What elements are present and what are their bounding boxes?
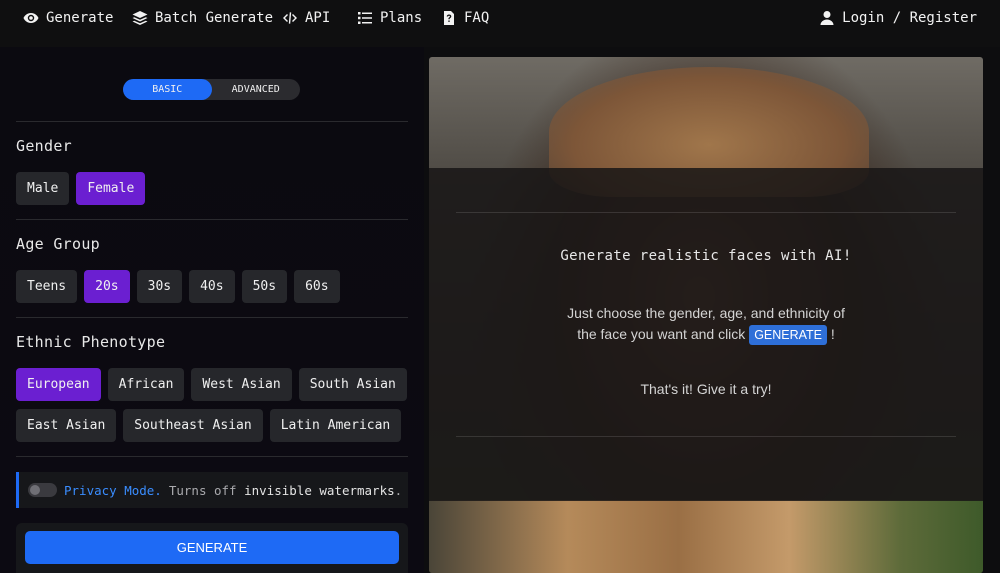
divider	[16, 121, 408, 122]
generate-button-container: GENERATE	[16, 523, 408, 573]
privacy-end-text: .	[394, 482, 403, 498]
gender-option-female[interactable]: Female	[76, 172, 146, 205]
user-icon	[820, 11, 834, 25]
options-panel: BASIC ADVANCED Gender Male Female Age Gr…	[0, 47, 424, 573]
ethnicity-option-east-asian[interactable]: East Asian	[16, 409, 117, 442]
gender-options: Male Female	[16, 172, 146, 205]
mode-advanced-button[interactable]: ADVANCED	[212, 79, 301, 100]
code-icon	[283, 12, 297, 24]
age-option-50s[interactable]: 50s	[241, 270, 288, 303]
overlay-generate-badge: GENERATE	[749, 325, 828, 345]
ethnic-phenotype-title: Ethnic Phenotype	[16, 333, 166, 351]
privacy-mode-description: Turns off invisible watermarks.	[169, 483, 402, 498]
age-option-30s[interactable]: 30s	[136, 270, 183, 303]
nav-batch-generate[interactable]: Batch Generate	[132, 9, 273, 27]
divider	[16, 456, 408, 457]
nav-faq-label: FAQ	[464, 10, 490, 26]
age-option-60s[interactable]: 60s	[294, 270, 340, 303]
question-file-icon	[444, 11, 454, 25]
generate-button[interactable]: GENERATE	[25, 531, 399, 564]
privacy-mode-box: Privacy Mode. Turns off invisible waterm…	[16, 472, 408, 508]
list-icon	[358, 12, 372, 24]
nav-plans-label: Plans	[380, 10, 423, 26]
age-group-title: Age Group	[16, 235, 100, 253]
age-option-40s[interactable]: 40s	[189, 270, 235, 303]
ethnicity-option-african[interactable]: African	[107, 368, 185, 401]
face-image-bottom	[429, 500, 983, 573]
overlay-cta: That's it! Give it a try!	[640, 381, 772, 397]
privacy-mode-toggle[interactable]	[28, 483, 57, 497]
divider	[16, 317, 408, 318]
nav-generate[interactable]: Generate	[23, 9, 113, 27]
nav-batch-label: Batch Generate	[155, 10, 274, 26]
top-navbar: Generate Batch Generate API Plans FAQ Lo…	[0, 0, 1000, 47]
privacy-strong-text: invisible watermarks	[244, 482, 395, 498]
privacy-desc-text: Turns off	[168, 482, 237, 498]
ethnicity-option-european[interactable]: European	[16, 368, 101, 401]
divider	[16, 219, 408, 220]
nav-login-label: Login / Register	[842, 10, 977, 26]
eye-icon	[23, 13, 39, 23]
age-options: Teens 20s 30s 40s 50s 60s	[16, 270, 340, 303]
overlay-heading: Generate realistic faces with AI!	[560, 248, 852, 264]
overlay-instructions: Just choose the gender, age, and ethnici…	[556, 303, 856, 345]
overlay-divider	[456, 436, 956, 437]
privacy-mode-link[interactable]: Privacy Mode.	[64, 483, 162, 498]
ethnicity-options-row-1: European African West Asian South Asian	[16, 368, 407, 401]
mode-basic-button[interactable]: BASIC	[123, 79, 212, 100]
nav-api-label: API	[305, 10, 331, 26]
layers-icon	[132, 11, 148, 25]
nav-plans[interactable]: Plans	[357, 9, 422, 27]
gender-option-male[interactable]: Male	[16, 172, 70, 205]
age-option-teens[interactable]: Teens	[16, 270, 78, 303]
overlay-divider	[456, 212, 956, 213]
age-option-20s[interactable]: 20s	[84, 270, 130, 303]
ethnicity-option-southeast-asian[interactable]: Southeast Asian	[123, 409, 263, 442]
nav-faq[interactable]: FAQ	[441, 9, 489, 27]
nav-generate-label: Generate	[46, 10, 114, 26]
ethnicity-option-west-asian[interactable]: West Asian	[191, 368, 292, 401]
overlay-text-after: !	[830, 326, 835, 342]
ethnicity-option-south-asian[interactable]: South Asian	[298, 368, 407, 401]
face-preview: Generate realistic faces with AI! Just c…	[429, 57, 983, 573]
mode-toggle: BASIC ADVANCED	[123, 79, 300, 100]
gender-title: Gender	[16, 137, 72, 155]
ethnicity-options-row-2: East Asian Southeast Asian Latin America…	[16, 409, 402, 442]
nav-api[interactable]: API	[282, 9, 330, 27]
ethnicity-option-latin-american[interactable]: Latin American	[269, 409, 402, 442]
intro-overlay: Generate realistic faces with AI! Just c…	[429, 168, 983, 501]
nav-login-register[interactable]: Login / Register	[819, 9, 977, 27]
